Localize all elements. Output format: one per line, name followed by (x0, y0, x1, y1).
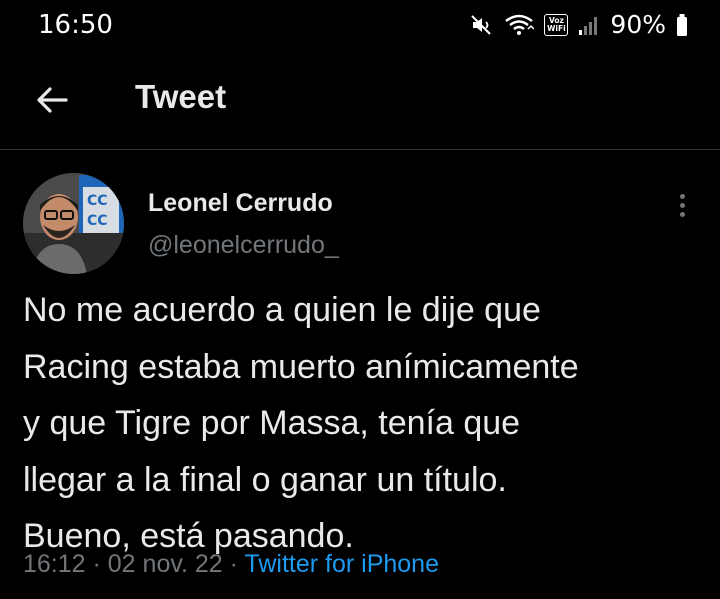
voz-wifi-icon: Voz WiFi (544, 13, 569, 36)
back-button[interactable] (30, 78, 74, 122)
signal-icon (578, 14, 600, 36)
avatar[interactable]: CC CC (23, 173, 124, 274)
battery-icon (676, 13, 688, 37)
page-title: Tweet (135, 78, 227, 115)
author-handle[interactable]: @leonelcerrudo_ (148, 231, 339, 260)
status-icons: Voz WiFi 90% (470, 10, 688, 39)
status-time: 16:50 (38, 10, 113, 40)
mute-icon (470, 13, 494, 37)
more-dots-icon (679, 202, 685, 208)
avatar-image: CC CC (23, 173, 124, 274)
more-options-button[interactable] (664, 185, 700, 225)
tweet-line: llegar a la final o ganar un título. (23, 460, 507, 499)
tweet-line: No me acuerdo a quien le dije que (23, 291, 541, 329)
wifi-icon (504, 13, 535, 37)
more-dots-icon (679, 211, 685, 217)
author-name[interactable]: Leonel Cerrudo (148, 189, 333, 218)
tweet-text: No me acuerdo a quien le dije que Racing… (23, 282, 713, 565)
tweet-date: 02 nov. 22 (107, 550, 223, 578)
arrow-left-icon (37, 87, 68, 113)
meta-separator: · (222, 550, 245, 578)
more-dots-icon (679, 193, 685, 199)
svg-text:CC: CC (87, 213, 108, 229)
header-divider (0, 149, 720, 150)
tweet-meta: 16:12 · 02 nov. 22 · Twitter for iPhone (23, 550, 439, 579)
wifi-label: WiFi (547, 23, 566, 33)
tweet-line: y que Tigre por Massa, tenía que (23, 404, 521, 442)
status-bar: 16:50 Voz WiFi 90% (0, 0, 720, 56)
svg-text:CC: CC (87, 193, 108, 209)
battery-percent: 90% (610, 10, 666, 39)
tweet-time: 16:12 (23, 550, 86, 578)
header: Tweet (0, 56, 720, 149)
tweet-line: Racing estaba muerto anímicamente (23, 347, 579, 386)
tweet-source-link[interactable]: Twitter for iPhone (244, 550, 439, 578)
meta-separator: · (85, 550, 108, 578)
